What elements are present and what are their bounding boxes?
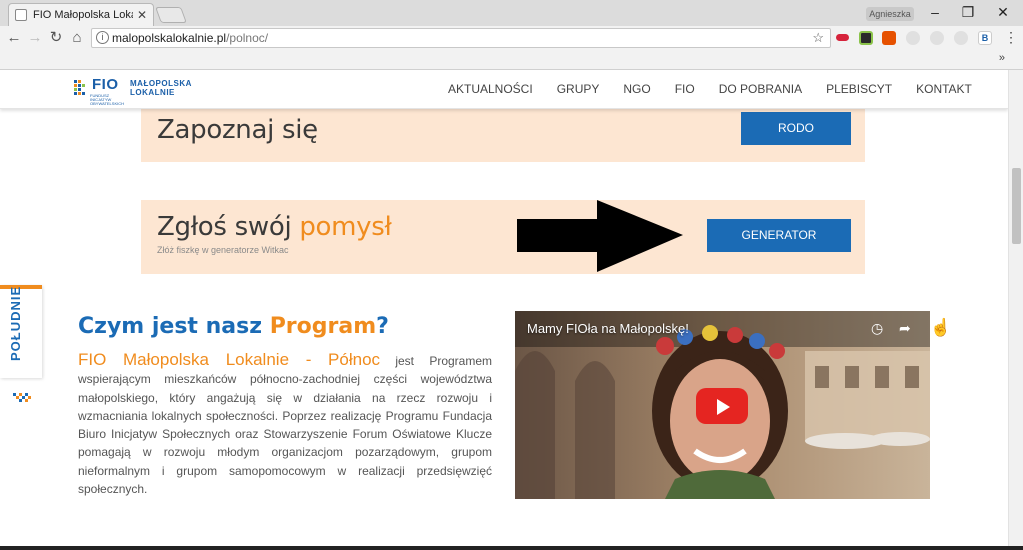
logo-brand-text: MAŁOPOLSKA LOKALNIE	[130, 79, 192, 97]
generator-banner-title: Zgłoś swój pomysł	[157, 212, 392, 242]
logo-fio-text: FIO	[92, 76, 119, 93]
menu-item-grupy[interactable]: GRUPY	[545, 82, 612, 96]
url-host: malopolskalokalnie.pl	[112, 31, 227, 45]
region-side-tab[interactable]: POŁUDNIE	[0, 285, 42, 378]
site-header: FIO FUNDUSZ INICJATYW OBYWATELSKICH MAŁO…	[0, 70, 1008, 109]
new-tab-button[interactable]	[155, 7, 187, 23]
url-path: /polnoc/	[226, 31, 269, 45]
program-heading-plain: Czym jest nasz	[78, 314, 270, 339]
main-menu: AKTUALNOŚCI GRUPY NGO FIO DO POBRANIA PL…	[436, 82, 984, 96]
program-highlight: FIO Małopolska Lokalnie - Północ	[78, 350, 381, 369]
close-tab-icon[interactable]: ✕	[137, 8, 147, 22]
watch-later-icon[interactable]: ◷	[871, 320, 883, 337]
bookmark-star-icon[interactable]: ☆	[812, 29, 824, 47]
forward-arrow-icon[interactable]: →	[26, 29, 44, 47]
menu-item-plebiscyt[interactable]: PLEBISCYT	[814, 82, 904, 96]
youtube-video[interactable]: Mamy FIOła na Małopolskę! ◷ ➦	[515, 311, 930, 499]
home-icon[interactable]: ⌂	[68, 29, 86, 47]
generator-banner: Zgłoś swój pomysł Złóż fiszkę w generato…	[141, 200, 865, 274]
logo-mark-icon	[74, 80, 85, 95]
logo-brand-line2: LOKALNIE	[130, 88, 175, 97]
generator-subtitle: Złóż fiszkę w generatorze Witkac	[157, 245, 289, 255]
scrollbar-thumb[interactable]	[1012, 168, 1021, 244]
profile-button[interactable]: Agnieszka	[866, 7, 914, 21]
program-heading-end: ?	[376, 314, 389, 339]
menu-item-fio[interactable]: FIO	[663, 82, 707, 96]
logo-brand-line1: MAŁOPOLSKA	[130, 79, 192, 88]
reload-icon[interactable]: ↻	[47, 29, 65, 47]
menu-item-kontakt[interactable]: KONTAKT	[904, 82, 984, 96]
back-arrow-icon[interactable]: ←	[5, 29, 23, 47]
program-text: jest Programem wspierającym mieszkańców …	[78, 354, 492, 497]
extension-icon-6[interactable]	[954, 31, 968, 45]
right-arrow-icon	[517, 200, 683, 272]
program-description: FIO Małopolska Lokalnie - Północ jest Pr…	[78, 350, 492, 498]
rodo-banner-title: Zapoznaj się	[157, 115, 318, 145]
bottom-edge	[0, 546, 1023, 550]
side-pattern-icon	[13, 393, 31, 402]
browser-menu-icon[interactable]: ⋮	[1004, 29, 1018, 46]
page-viewport: Zapoznaj się RODO FIO FUNDUSZ INICJATYW …	[0, 70, 1008, 546]
browser-toolbar: ← → ↻ ⌂ i malopolskalokalnie.pl/polnoc/ …	[0, 26, 1023, 50]
share-icon[interactable]: ➦	[899, 320, 911, 337]
address-bar[interactable]: i malopolskalokalnie.pl/polnoc/ ☆	[91, 28, 831, 48]
play-button[interactable]	[696, 388, 748, 424]
favicon-icon	[15, 9, 27, 21]
logo-small-text: FUNDUSZ INICJATYW OBYWATELSKICH	[90, 93, 125, 106]
menu-item-ngo[interactable]: NGO	[611, 82, 662, 96]
program-heading-accent: Program	[269, 314, 377, 339]
bookmarks-bar: »	[0, 50, 1023, 70]
extension-icon-1[interactable]	[836, 34, 849, 41]
site-logo[interactable]: FIO FUNDUSZ INICJATYW OBYWATELSKICH MAŁO…	[72, 76, 194, 106]
minimize-button[interactable]: –	[925, 4, 945, 20]
menu-item-do-pobrania[interactable]: DO POBRANIA	[707, 82, 814, 96]
tab-title: FIO Małopolska Lokalnie	[33, 9, 133, 21]
generator-title-accent: pomysł	[299, 212, 392, 242]
extension-icon-2[interactable]	[859, 31, 873, 45]
extension-icon-4[interactable]	[906, 31, 920, 45]
hand-cursor-icon: ☝	[930, 318, 952, 337]
region-side-tab-label: POŁUDNIE	[8, 285, 23, 361]
restore-button[interactable]: ❐	[958, 4, 978, 21]
extension-icon-5[interactable]	[930, 31, 944, 45]
extension-icon-7[interactable]: B	[978, 31, 992, 45]
bookmarks-more-icon[interactable]: »	[999, 52, 1005, 64]
rodo-button[interactable]: RODO	[741, 112, 851, 145]
extension-icon-3[interactable]	[882, 31, 896, 45]
page-scrollbar[interactable]	[1008, 70, 1023, 546]
close-window-button[interactable]: ✕	[993, 4, 1013, 21]
generator-title-plain: Zgłoś swój	[157, 212, 300, 242]
browser-tab[interactable]: FIO Małopolska Lokalnie ✕	[8, 3, 154, 26]
program-heading: Czym jest nasz Program?	[78, 314, 389, 339]
info-icon[interactable]: i	[96, 31, 109, 44]
browser-titlebar: FIO Małopolska Lokalnie ✕ Agnieszka – ❐ …	[0, 0, 1023, 26]
menu-item-aktualnosci[interactable]: AKTUALNOŚCI	[436, 82, 545, 96]
generator-button[interactable]: GENERATOR	[707, 219, 851, 252]
video-title: Mamy FIOła na Małopolskę!	[527, 321, 689, 336]
